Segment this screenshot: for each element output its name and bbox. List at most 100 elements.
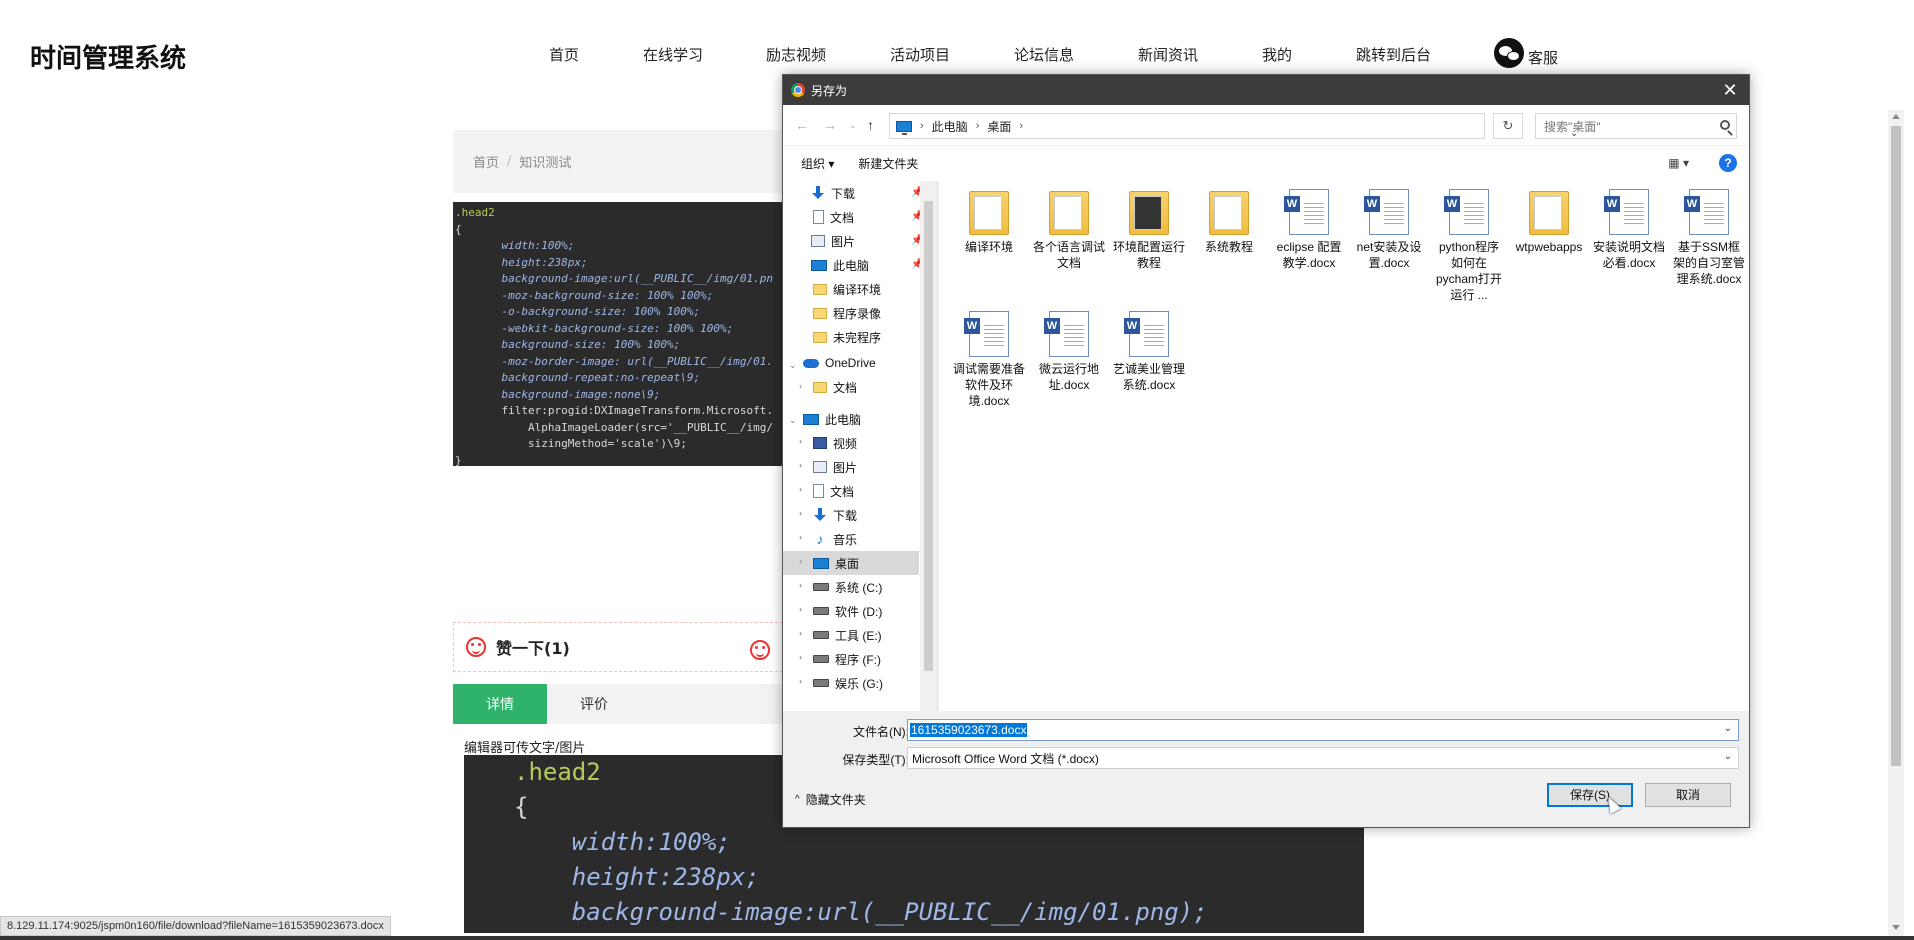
like-box[interactable]: 赞一下(1) — [453, 622, 783, 672]
tree-item-drive[interactable]: 娱乐 (G:) — [813, 671, 883, 695]
cancel-button[interactable]: 取消 — [1645, 783, 1731, 807]
tree-item-drive[interactable]: 程序 (F:) — [813, 647, 881, 671]
close-button[interactable]: ✕ — [1719, 79, 1741, 101]
tree-label: 文档 — [833, 380, 858, 395]
chevron-right-icon[interactable]: › — [799, 556, 802, 566]
nav-home[interactable]: 首页 — [549, 44, 579, 65]
page-scrollbar[interactable] — [1888, 110, 1904, 936]
tree-item-documents[interactable]: 文档 — [813, 205, 854, 229]
forward-arrow-icon[interactable]: → — [823, 117, 837, 133]
file-item[interactable]: 基于SSM框架的自习室管理系统.docx — [1673, 189, 1745, 287]
dialog-titlebar: 另存为 ✕ — [783, 75, 1749, 105]
tree-item-folder[interactable]: 文档 — [813, 375, 857, 399]
customer-service[interactable]: 客服 — [1494, 38, 1558, 68]
tree-item-drive[interactable]: 系统 (C:) — [813, 575, 882, 599]
drive-icon — [813, 679, 829, 687]
tree-item-pictures[interactable]: 图片 — [813, 455, 857, 479]
dislike-icon[interactable] — [750, 640, 770, 660]
tree-item-downloads[interactable]: 下载 — [813, 503, 857, 527]
tab-review[interactable]: 评价 — [547, 684, 641, 724]
tab-detail[interactable]: 详情 — [453, 684, 547, 724]
tree-item-music[interactable]: ♪ 音乐 — [813, 527, 858, 551]
tree-label: OneDrive — [825, 356, 876, 370]
help-icon[interactable]: ? — [1719, 154, 1737, 172]
tree-item-folder[interactable]: 未完程序 — [813, 325, 881, 349]
file-item[interactable]: python程序如何在pycham打开运行 ... — [1433, 189, 1505, 303]
file-name: 编译环境 — [964, 240, 1013, 254]
tree-item-pictures[interactable]: 图片 — [811, 229, 855, 253]
up-arrow-icon[interactable]: ↑ — [867, 117, 874, 133]
back-arrow-icon[interactable]: ← — [795, 117, 809, 133]
recent-dropdown-icon[interactable]: ⌄ — [849, 120, 857, 131]
folder-icon — [969, 191, 1009, 235]
chevron-right-icon[interactable]: › — [799, 381, 802, 391]
desktop-icon — [813, 557, 829, 569]
code-line: -o-background-size: 100% 100%; — [475, 305, 701, 318]
tree-item-desktop[interactable]: 桌面 — [783, 551, 919, 575]
tree-item-videos[interactable]: 视频 — [813, 431, 857, 455]
site-logo: 时间管理系统 — [30, 44, 187, 74]
nav-news[interactable]: 新闻资讯 — [1138, 44, 1198, 65]
file-item[interactable]: 系统教程 — [1193, 189, 1265, 255]
chevron-down-icon[interactable]: ⌄ — [1724, 723, 1732, 734]
organize-button[interactable]: 组织 ▾ — [801, 155, 834, 172]
nav-mine[interactable]: 我的 — [1262, 44, 1292, 65]
file-item[interactable]: net安装及设置.docx — [1353, 189, 1425, 271]
path-segment[interactable]: 此电脑 — [932, 118, 968, 135]
tree-item-documents[interactable]: 文档 — [813, 479, 854, 503]
save-button[interactable]: 保存(S) — [1547, 783, 1633, 807]
view-options-icon[interactable]: ▦ ▾ — [1668, 156, 1689, 170]
breadcrumb-home[interactable]: 首页 — [473, 152, 499, 171]
chevron-right-icon[interactable]: › — [799, 436, 802, 446]
chevron-right-icon[interactable]: › — [799, 460, 802, 470]
file-item[interactable]: 编译环境 — [953, 189, 1025, 255]
tree-item-drive[interactable]: 软件 (D:) — [813, 599, 882, 623]
tree-item-drive[interactable]: 工具 (E:) — [813, 623, 882, 647]
drive-icon — [813, 631, 829, 639]
nav-online-learning[interactable]: 在线学习 — [643, 44, 703, 65]
filetype-value: Microsoft Office Word 文档 (*.docx) — [912, 751, 1099, 766]
search-input[interactable]: 搜索"桌面" — [1535, 113, 1737, 139]
filetype-select[interactable]: Microsoft Office Word 文档 (*.docx) ⌄ — [907, 747, 1739, 769]
tree-item-folder[interactable]: 程序录像 — [813, 301, 881, 325]
code-line: } — [455, 453, 462, 467]
tree-label: 视频 — [833, 436, 858, 451]
chevron-down-icon[interactable]: ⌄ — [789, 360, 797, 371]
chevron-down-icon[interactable]: ⌄ — [789, 415, 797, 426]
chevron-right-icon[interactable]: › — [799, 484, 802, 494]
tree-item-downloads[interactable]: 下载 — [811, 181, 855, 205]
refresh-button[interactable]: ↻ — [1493, 113, 1523, 139]
chevron-right-icon[interactable]: › — [799, 532, 802, 542]
file-item[interactable]: 各个语言调试文档 — [1033, 189, 1105, 271]
chevron-right-icon[interactable]: › — [799, 652, 802, 662]
file-item[interactable]: 安装说明文档必看.docx — [1593, 189, 1665, 271]
file-item[interactable]: eclipse 配置教学.docx — [1273, 189, 1345, 271]
tree-item-folder[interactable]: 编译环境 — [813, 277, 881, 301]
file-item[interactable]: 环境配置运行教程 — [1113, 189, 1185, 271]
tree-item-onedrive[interactable]: OneDrive — [803, 351, 876, 375]
file-item[interactable]: 微云运行地址.docx — [1033, 311, 1105, 393]
code-line: -moz-background-size: 100% 100%; — [475, 288, 714, 302]
new-folder-button[interactable]: 新建文件夹 — [858, 155, 918, 172]
file-item[interactable]: 调试需要准备软件及环境.docx — [953, 311, 1025, 409]
chevron-right-icon[interactable]: › — [799, 508, 802, 518]
path-segment[interactable]: 桌面 — [987, 118, 1011, 135]
file-name: 艺诚美业管理系统.docx — [1113, 362, 1186, 392]
tree-label: 文档 — [830, 210, 855, 225]
tree-item-this-pc[interactable]: 此电脑 — [803, 407, 861, 431]
tree-scrollbar[interactable] — [920, 181, 937, 711]
chevron-right-icon[interactable]: › — [799, 628, 802, 638]
file-item[interactable]: wtpwebapps — [1513, 189, 1585, 255]
chevron-right-icon[interactable]: › — [799, 676, 802, 686]
nav-forum[interactable]: 论坛信息 — [1014, 44, 1074, 65]
file-item[interactable]: 艺诚美业管理系统.docx — [1113, 311, 1185, 393]
tree-item-this-pc[interactable]: 此电脑 — [811, 253, 869, 277]
address-bar[interactable]: › 此电脑 › 桌面 › ⌄ — [889, 113, 1578, 139]
hide-folders-toggle[interactable]: ^ 隐藏文件夹 — [795, 791, 866, 808]
nav-videos[interactable]: 励志视频 — [766, 44, 826, 65]
filename-input[interactable]: 1615359023673.docx ⌄ — [907, 719, 1739, 741]
chevron-right-icon[interactable]: › — [799, 604, 802, 614]
nav-admin[interactable]: 跳转到后台 — [1356, 44, 1431, 65]
nav-activities[interactable]: 活动项目 — [890, 44, 950, 65]
chevron-right-icon[interactable]: › — [799, 580, 802, 590]
